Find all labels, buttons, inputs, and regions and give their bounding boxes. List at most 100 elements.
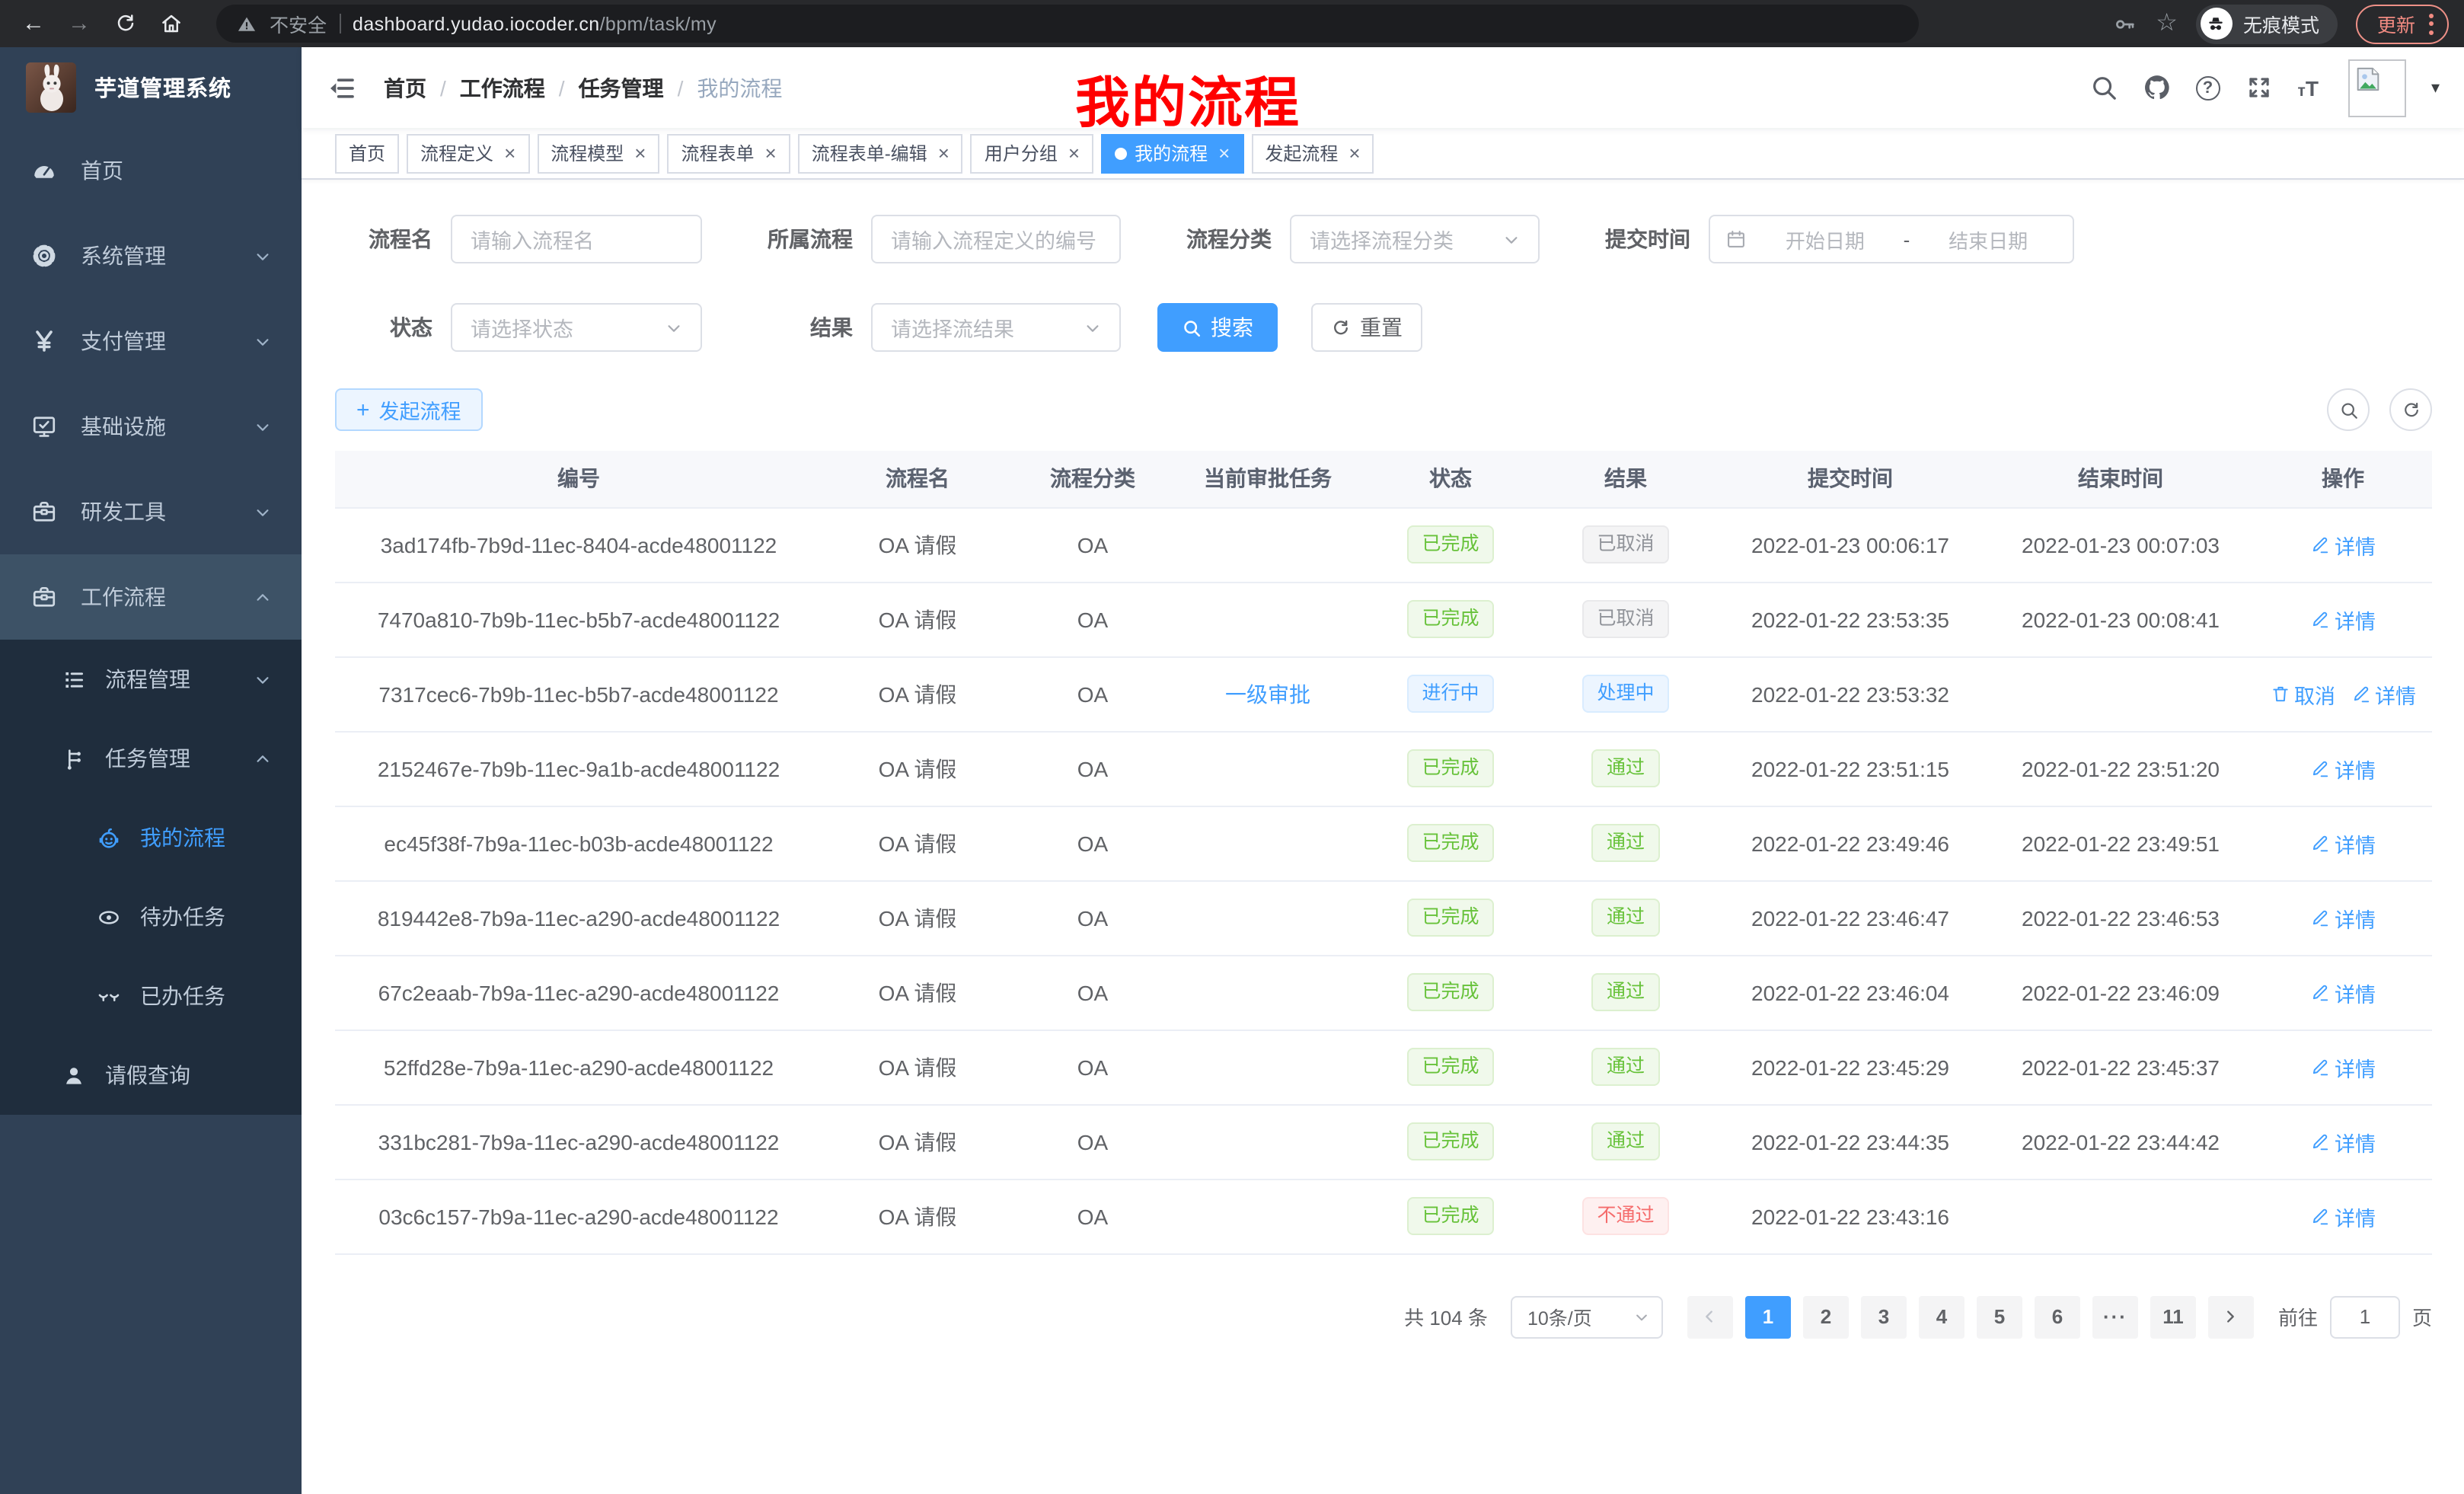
tab-close-icon[interactable]: × bbox=[765, 143, 777, 163]
sidebar-item-home[interactable]: 首页 bbox=[0, 128, 302, 213]
page-button-5[interactable]: 5 bbox=[1977, 1295, 2022, 1338]
cell-result: 通过 bbox=[1538, 880, 1713, 955]
cell-process-id: 03c6c157-7b9a-11ec-a290-acde48001122 bbox=[335, 1179, 822, 1253]
breadcrumb-item[interactable]: 工作流程 bbox=[460, 72, 545, 103]
goto-page-input[interactable]: 1 bbox=[2330, 1295, 2400, 1338]
tab-流程表单-编辑[interactable]: 流程表单-编辑× bbox=[798, 133, 963, 173]
sidebar-item-label: 待办任务 bbox=[140, 902, 225, 932]
pages-ellipsis[interactable]: ··· bbox=[2092, 1295, 2138, 1338]
help-icon[interactable]: ? bbox=[2196, 75, 2220, 100]
process-name-input[interactable]: 请输入流程名 bbox=[451, 215, 702, 263]
parent-process-input[interactable]: 请输入流程定义的编号 bbox=[871, 215, 1121, 263]
logo-rabbit-image bbox=[26, 62, 76, 113]
sidebar-item-task-management[interactable]: 任务管理 bbox=[0, 719, 302, 798]
browser-back-button[interactable]: ← bbox=[15, 5, 52, 42]
fullscreen-icon[interactable] bbox=[2245, 73, 2274, 102]
search-icon[interactable] bbox=[2089, 73, 2118, 102]
refresh-table-button[interactable] bbox=[2389, 388, 2432, 431]
sidebar-item-devtools[interactable]: 研发工具 bbox=[0, 469, 302, 554]
chevron-down-icon bbox=[254, 671, 271, 688]
sidebar-item-todo-tasks[interactable]: 待办任务 bbox=[0, 877, 302, 956]
security-label[interactable]: 不安全 bbox=[270, 9, 327, 38]
cell-submit-time: 2022-01-22 23:49:46 bbox=[1713, 806, 1987, 880]
sidebar-item-workflow[interactable]: 工作流程 bbox=[0, 554, 302, 640]
date-end-input[interactable]: 结束日期 bbox=[1919, 225, 2057, 254]
date-range-picker[interactable]: 开始日期 - 结束日期 bbox=[1709, 215, 2074, 263]
tab-close-icon[interactable]: × bbox=[634, 143, 646, 163]
page-button-6[interactable]: 6 bbox=[2035, 1295, 2080, 1338]
broken-image-icon bbox=[2354, 63, 2384, 94]
tab-close-icon[interactable]: × bbox=[1218, 143, 1230, 163]
tab-close-icon[interactable]: × bbox=[504, 143, 515, 163]
sidebar-item-infrastructure[interactable]: 基础设施 bbox=[0, 384, 302, 469]
font-size-icon[interactable]: тT bbox=[2298, 75, 2319, 100]
detail-action-link[interactable]: 详情 bbox=[2310, 1126, 2376, 1157]
breadcrumb-item[interactable]: 首页 bbox=[384, 72, 426, 103]
reset-button[interactable]: 重置 bbox=[1311, 303, 1422, 352]
page-button-4[interactable]: 4 bbox=[1919, 1295, 1964, 1338]
github-icon[interactable] bbox=[2143, 73, 2172, 102]
tab-我的流程[interactable]: 我的流程× bbox=[1101, 133, 1243, 173]
next-page-button[interactable] bbox=[2208, 1295, 2254, 1338]
browser-home-button[interactable] bbox=[152, 5, 189, 42]
cell-process-name: OA 请假 bbox=[822, 1104, 1013, 1179]
tab-发起流程[interactable]: 发起流程× bbox=[1251, 133, 1374, 173]
tab-用户分组[interactable]: 用户分组× bbox=[971, 133, 1093, 173]
prev-page-button[interactable] bbox=[1687, 1295, 1733, 1338]
cell-category: OA bbox=[1013, 955, 1173, 1030]
create-process-button[interactable]: + 发起流程 bbox=[335, 388, 483, 431]
page-size-select[interactable]: 10条/页 bbox=[1511, 1295, 1663, 1338]
browser-reload-button[interactable] bbox=[107, 5, 143, 42]
page-button-3[interactable]: 3 bbox=[1861, 1295, 1907, 1338]
status-badge: 已完成 bbox=[1406, 1048, 1494, 1086]
tab-close-icon[interactable]: × bbox=[1068, 143, 1080, 163]
detail-action-link[interactable]: 详情 bbox=[2310, 753, 2376, 784]
cancel-action-link[interactable]: 取消 bbox=[2270, 678, 2335, 709]
bookmark-star-icon[interactable]: ☆ bbox=[2156, 11, 2178, 36]
date-start-input[interactable]: 开始日期 bbox=[1756, 225, 1894, 254]
avatar[interactable] bbox=[2349, 59, 2407, 117]
tab-close-icon[interactable]: × bbox=[1348, 143, 1360, 163]
eye-closed-icon bbox=[96, 983, 122, 1009]
tab-close-icon[interactable]: × bbox=[938, 143, 950, 163]
detail-action-link[interactable]: 详情 bbox=[2351, 678, 2416, 709]
search-button[interactable]: 搜索 bbox=[1157, 303, 1278, 352]
detail-action-link[interactable]: 详情 bbox=[2310, 828, 2376, 858]
password-key-icon[interactable] bbox=[2110, 10, 2137, 37]
status-select[interactable]: 请选择状态 bbox=[451, 303, 702, 352]
current-task-link[interactable]: 一级审批 bbox=[1225, 682, 1310, 706]
sidebar-item-my-process[interactable]: 我的流程 bbox=[0, 798, 302, 877]
address-bar[interactable]: 不安全 dashboard.yudao.iocoder.cn/bpm/task/… bbox=[216, 5, 1919, 43]
detail-action-link[interactable]: 详情 bbox=[2310, 1201, 2376, 1231]
app-logo[interactable]: 芋道管理系统 bbox=[0, 47, 302, 128]
breadcrumb: 首页/工作流程/任务管理/我的流程 bbox=[384, 72, 782, 103]
breadcrumb-item[interactable]: 任务管理 bbox=[579, 72, 664, 103]
sidebar-item-leave-query[interactable]: 请假查询 bbox=[0, 1036, 302, 1115]
sidebar-item-system[interactable]: 系统管理 bbox=[0, 213, 302, 298]
page-button-1[interactable]: 1 bbox=[1745, 1295, 1791, 1338]
detail-action-link[interactable]: 详情 bbox=[2310, 1052, 2376, 1082]
tab-首页[interactable]: 首页 bbox=[335, 133, 399, 173]
detail-action-link[interactable]: 详情 bbox=[2310, 977, 2376, 1007]
detail-action-link[interactable]: 详情 bbox=[2310, 902, 2376, 933]
browser-menu-icon[interactable] bbox=[2429, 13, 2434, 34]
tab-流程定义[interactable]: 流程定义× bbox=[407, 133, 529, 173]
tab-流程模型[interactable]: 流程模型× bbox=[537, 133, 659, 173]
chevron-down-icon bbox=[254, 247, 271, 264]
browser-update-button[interactable]: 更新 bbox=[2356, 4, 2449, 43]
category-select[interactable]: 请选择流程分类 bbox=[1290, 215, 1540, 263]
tags-bar: 首页流程定义×流程模型×流程表单×流程表单-编辑×用户分组×我的流程×发起流程× bbox=[302, 128, 2464, 180]
detail-action-link[interactable]: 详情 bbox=[2310, 529, 2376, 560]
page-button-2[interactable]: 2 bbox=[1803, 1295, 1849, 1338]
result-select[interactable]: 请选择流结果 bbox=[871, 303, 1121, 352]
toggle-search-button[interactable] bbox=[2327, 388, 2370, 431]
sidebar-collapse-icon[interactable] bbox=[326, 72, 356, 103]
sidebar-item-process-management[interactable]: 流程管理 bbox=[0, 640, 302, 719]
sidebar-item-payment[interactable]: 支付管理 bbox=[0, 298, 302, 384]
sidebar-item-done-tasks[interactable]: 已办任务 bbox=[0, 956, 302, 1036]
tab-流程表单[interactable]: 流程表单× bbox=[667, 133, 790, 173]
avatar-caret-icon[interactable]: ▾ bbox=[2431, 78, 2440, 97]
page-button-11[interactable]: 11 bbox=[2150, 1295, 2196, 1338]
detail-action-link[interactable]: 详情 bbox=[2310, 604, 2376, 634]
browser-forward-button[interactable]: → bbox=[61, 5, 97, 42]
